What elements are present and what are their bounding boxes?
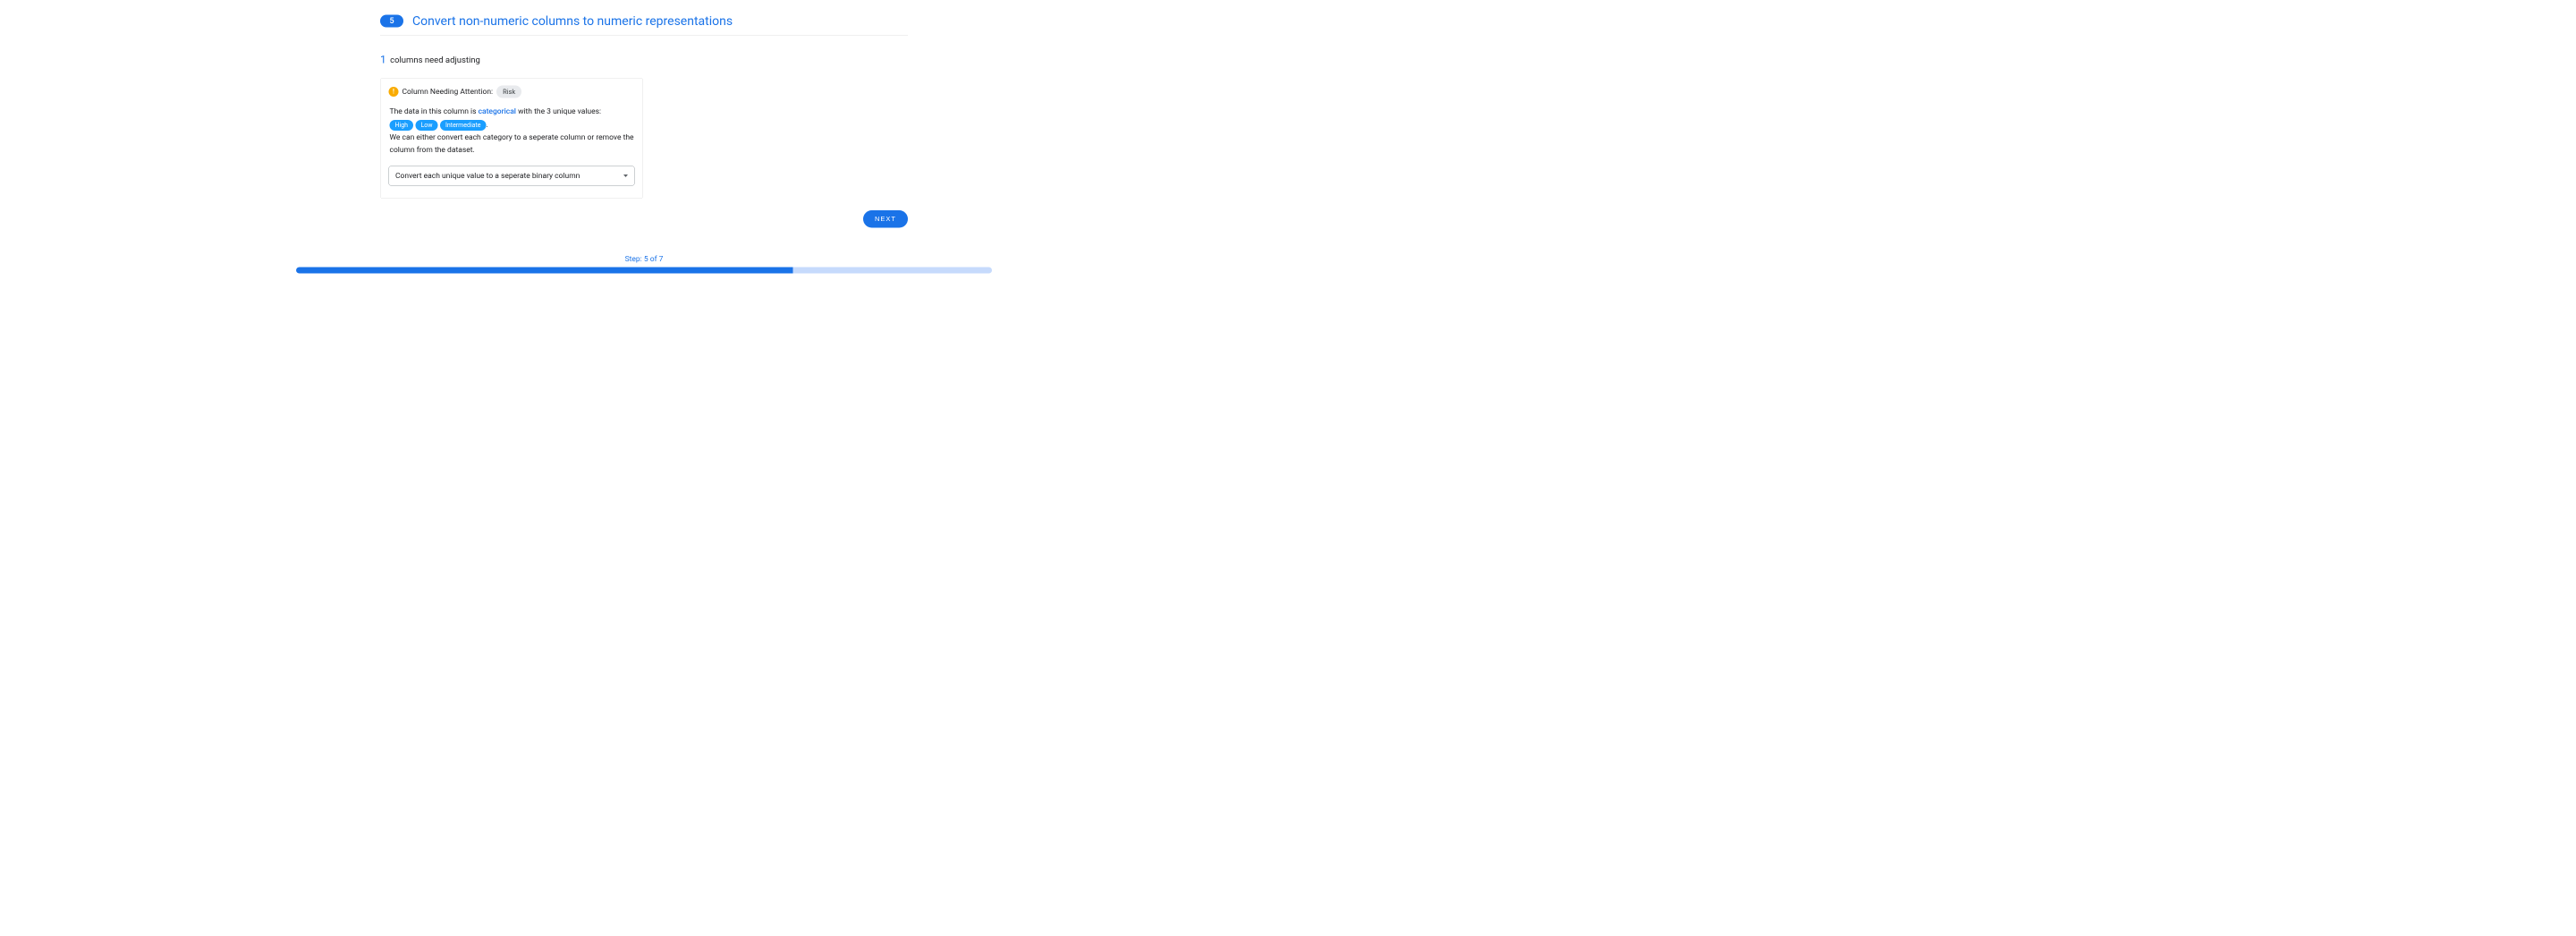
desc-keyword: categorical <box>479 107 516 116</box>
progress-fill <box>296 268 792 274</box>
alert-icon: ! <box>389 87 399 97</box>
progress-bar <box>296 268 992 274</box>
desc-period: . <box>486 121 487 130</box>
action-select-wrap: Convert each unique value to a seperate … <box>389 166 635 186</box>
divider <box>380 36 908 37</box>
value-pill: Low <box>415 120 437 131</box>
chevron-down-icon <box>623 174 628 177</box>
desc-mid: with the 3 unique values: <box>516 107 601 116</box>
value-pill: Intermediate <box>440 120 486 131</box>
summary-line: 1 columns need adjusting <box>380 53 908 65</box>
step-header: 5 Convert non-numeric columns to numeric… <box>380 0 908 36</box>
desc-prefix: The data in this column is <box>390 107 479 116</box>
desc-line2: We can either convert each category to a… <box>390 132 635 157</box>
card-description: The data in this column is categorical w… <box>389 106 635 157</box>
value-pills: High Low Intermediate <box>390 120 487 131</box>
action-select[interactable]: Convert each unique value to a seperate … <box>389 166 635 186</box>
column-attention-card: ! Column Needing Attention: Risk The dat… <box>380 78 643 199</box>
footer-actions: NEXT <box>380 210 908 228</box>
summary-count: 1 <box>380 54 386 66</box>
progress-area: Step: 5 of 7 <box>295 255 993 274</box>
column-name-chip: Risk <box>496 86 521 98</box>
card-header-label: Column Needing Attention: <box>402 88 494 97</box>
next-button[interactable]: NEXT <box>863 210 908 228</box>
alert-icon-glyph: ! <box>393 89 394 96</box>
step-number: 5 <box>389 16 394 26</box>
step-title: Convert non-numeric columns to numeric r… <box>412 13 733 29</box>
card-header: ! Column Needing Attention: Risk <box>389 86 635 98</box>
step-number-pill: 5 <box>380 14 403 27</box>
action-select-value: Convert each unique value to a seperate … <box>395 172 580 181</box>
summary-text: columns need adjusting <box>390 55 480 65</box>
step-indicator: Step: 5 of 7 <box>295 255 993 264</box>
value-pill: High <box>390 120 413 131</box>
